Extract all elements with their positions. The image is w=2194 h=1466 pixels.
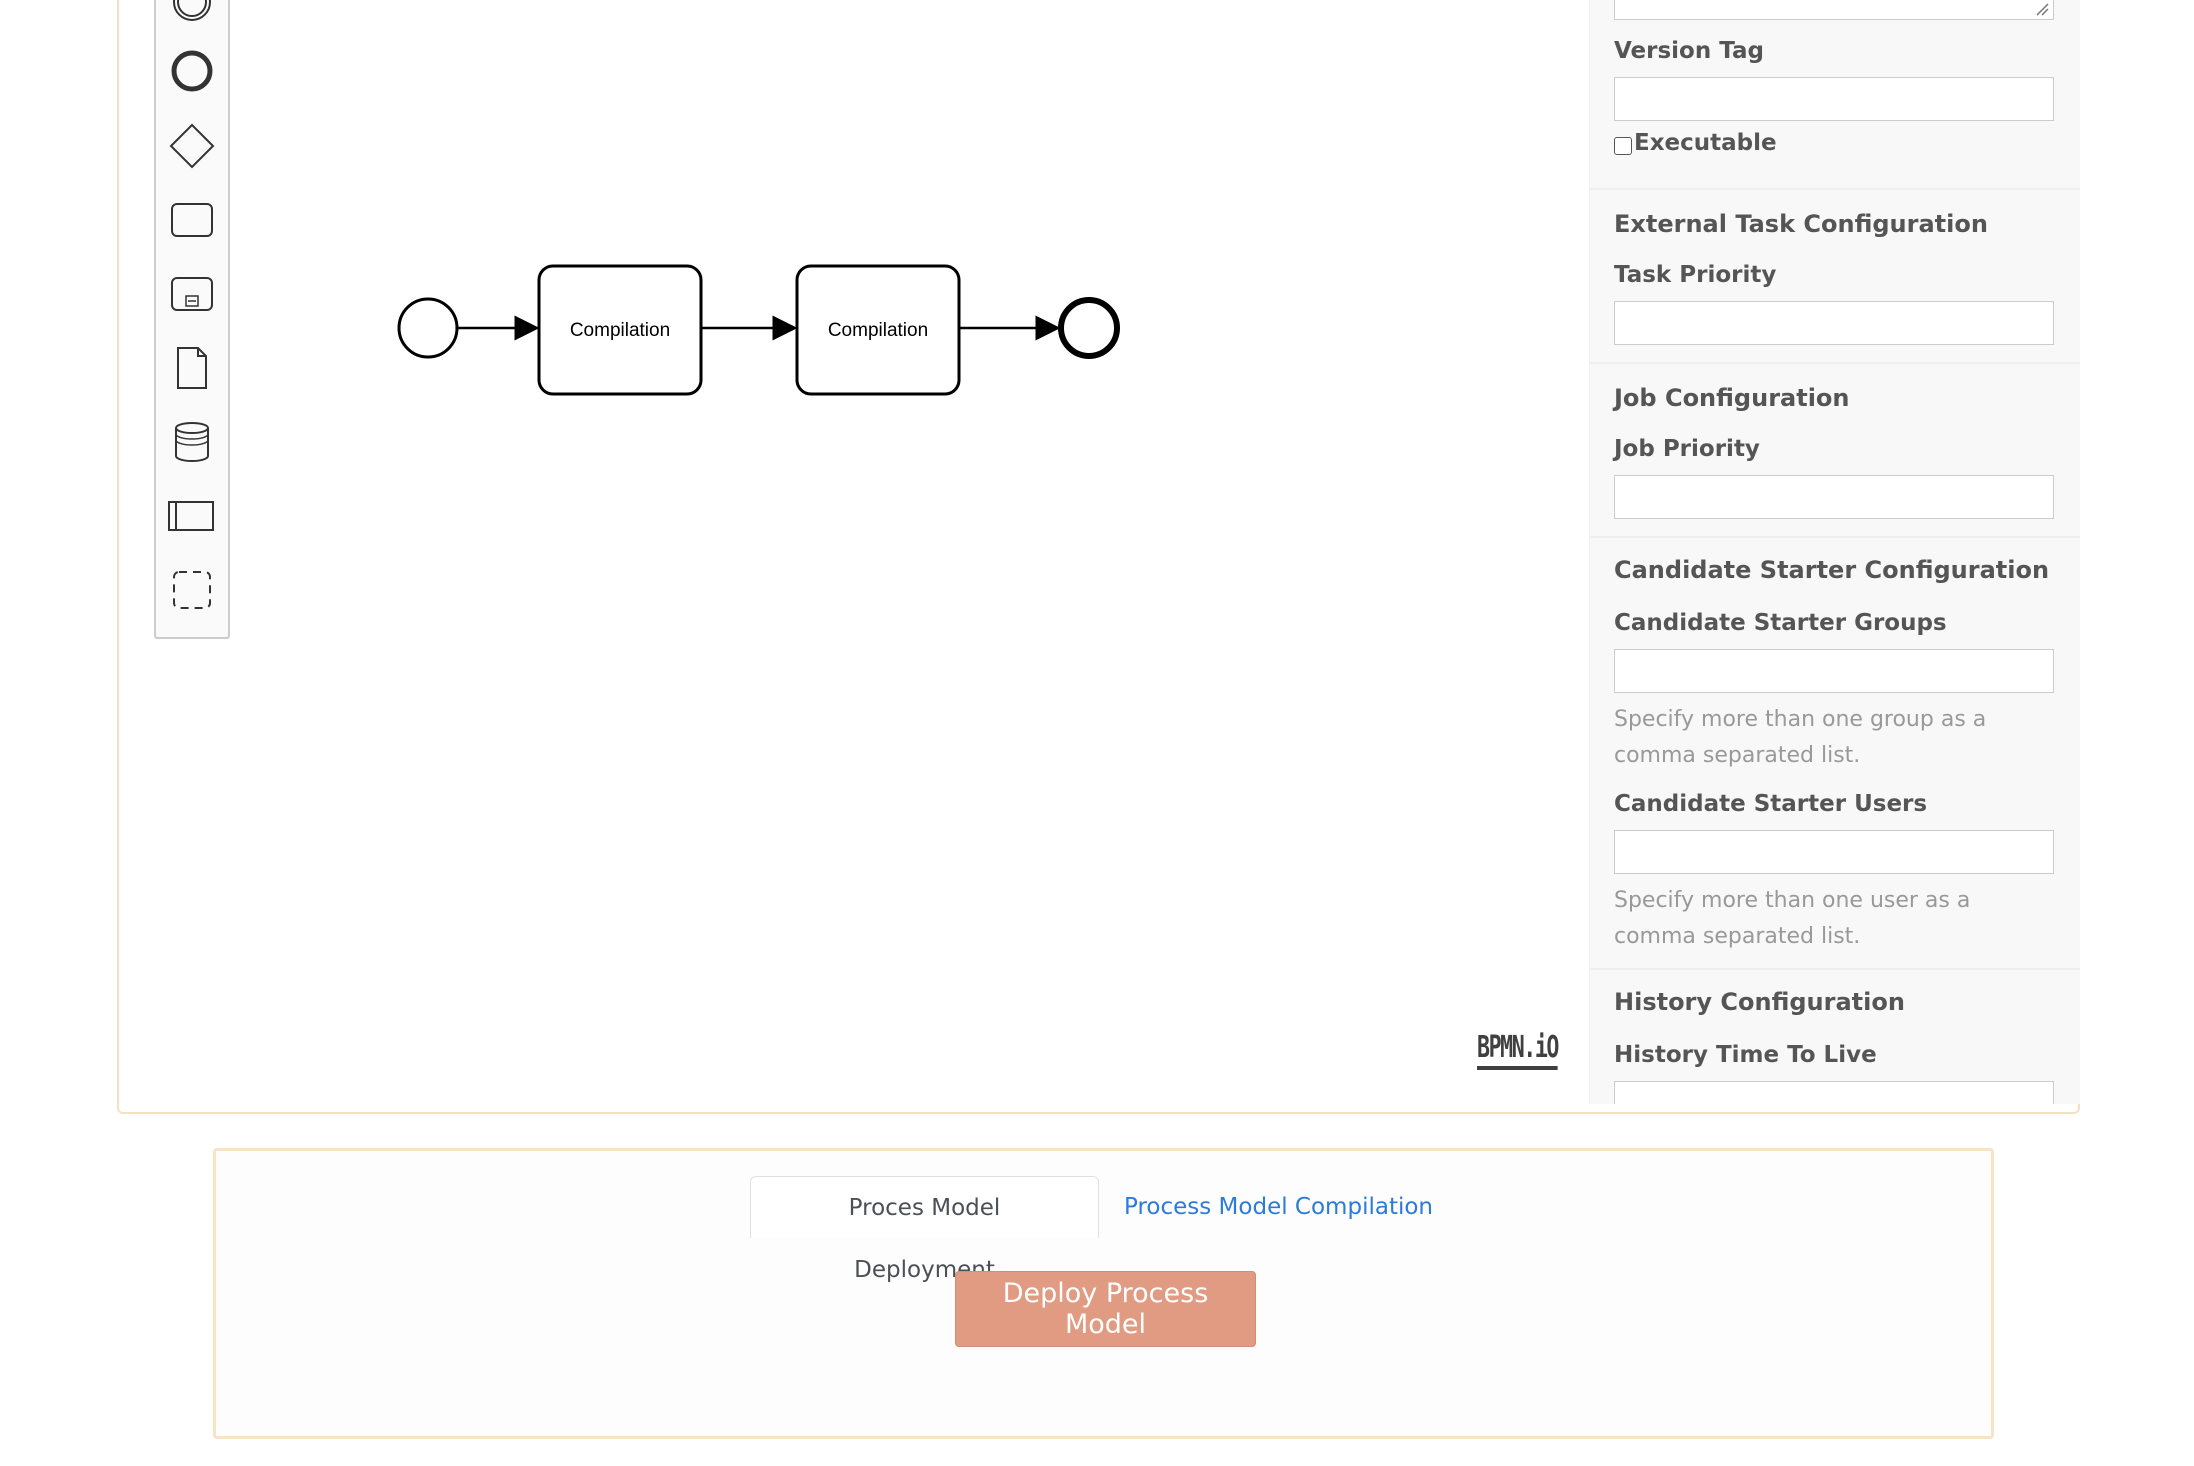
external-task-title: External Task Configuration <box>1614 210 1988 238</box>
candidate-groups-label: Candidate Starter Groups <box>1614 610 1947 636</box>
history-config-title: History Configuration <box>1614 988 1905 1016</box>
bpmn-io-logo[interactable]: BPMN.iO <box>1477 1030 1559 1070</box>
task-priority-label: Task Priority <box>1614 262 1777 288</box>
divider <box>1590 362 2080 364</box>
divider <box>1590 968 2080 970</box>
properties-panel: Version Tag Executable External Task Con… <box>1589 0 2080 1104</box>
history-ttl-label: History Time To Live <box>1614 1042 1877 1068</box>
deploy-process-model-button[interactable]: Deploy Process Model <box>955 1271 1256 1347</box>
job-config-title: Job Configuration <box>1614 384 1850 412</box>
executable-label: Executable <box>1634 130 1777 156</box>
bpmn-diagram: Compilation Compilation <box>397 264 1120 396</box>
task-priority-input[interactable] <box>1614 301 2054 345</box>
deployment-panel: Proces Model Deployment Process Model Co… <box>213 1148 1994 1439</box>
documentation-textarea[interactable] <box>1614 0 2054 20</box>
job-priority-input[interactable] <box>1614 475 2054 519</box>
candidate-groups-hint: Specify more than one group as a comma s… <box>1614 707 1987 768</box>
diagram-canvas[interactable]: Compilation Compilation BPMN.iO <box>119 0 1589 1112</box>
version-tag-input[interactable] <box>1614 77 2054 121</box>
candidate-users-label: Candidate Starter Users <box>1614 791 1928 817</box>
candidate-users-input[interactable] <box>1614 830 2054 874</box>
candidate-users-hint: Specify more than one user as a comma se… <box>1614 888 1971 949</box>
version-tag-label: Version Tag <box>1614 38 1764 64</box>
bpmn-modeler: Compilation Compilation BPMN.iO Version … <box>117 0 2080 1114</box>
task-2-label: Compilation <box>828 320 928 341</box>
divider <box>1590 536 2080 538</box>
resize-handle-icon <box>2036 3 2049 16</box>
executable-checkbox[interactable] <box>1614 137 1632 155</box>
candidate-starter-title: Candidate Starter Configuration <box>1614 556 2050 584</box>
start-event[interactable] <box>397 297 459 359</box>
divider <box>1590 188 2080 190</box>
task-1-label: Compilation <box>570 320 670 341</box>
tab-deployment[interactable]: Proces Model Deployment <box>750 1176 1099 1283</box>
end-event[interactable] <box>1058 297 1120 359</box>
history-ttl-input[interactable] <box>1614 1081 2054 1104</box>
candidate-groups-input[interactable] <box>1614 649 2054 693</box>
job-priority-label: Job Priority <box>1614 436 1760 462</box>
executable-option[interactable]: Executable <box>1614 130 1777 156</box>
tab-compilation[interactable]: Process Model Compilation <box>1100 1176 1457 1238</box>
